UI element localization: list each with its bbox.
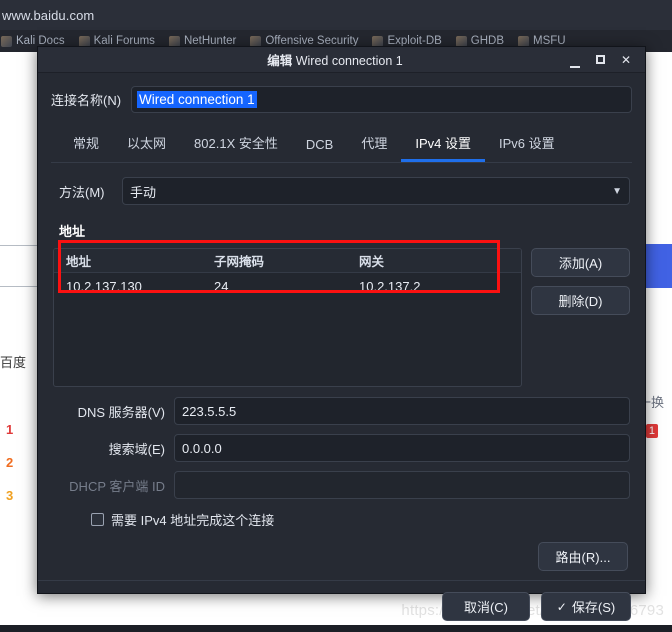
require-ipv4-row[interactable]: 需要 IPv4 地址完成这个连接 (91, 510, 630, 529)
cell-address[interactable]: 10.2.137.130 (54, 279, 214, 294)
result-rank: 2 (6, 455, 13, 470)
cancel-button[interactable]: 取消(C) (442, 592, 530, 621)
settings-tabs: 常规 以太网 802.1X 安全性 DCB 代理 IPv4 设置 IPv6 设置 (51, 127, 632, 163)
address-buttons: 添加(A) 删除(D) (531, 248, 630, 315)
search-domain-label: 搜索域(E) (53, 439, 165, 458)
bookmark-favicon-icon (372, 36, 383, 47)
tab-ipv6-settings[interactable]: IPv6 设置 (485, 127, 569, 162)
search-domain-input[interactable]: 0.0.0.0 (174, 434, 630, 462)
column-header-gateway: 网关 (359, 251, 521, 270)
tab-ipv4-settings[interactable]: IPv4 设置 (401, 127, 485, 162)
table-row[interactable]: 10.2.137.130 24 10.2.137.2 (54, 273, 521, 299)
column-header-address: 地址 (54, 251, 214, 270)
routes-row: 路由(R)... (53, 542, 630, 571)
addresses-section-title: 地址 (59, 221, 630, 240)
bookmark-favicon-icon (456, 36, 467, 47)
connection-name-value: Wired connection 1 (137, 91, 257, 108)
bookmark-favicon-icon (79, 36, 90, 47)
dns-fields: DNS 服务器(V) 223.5.5.5 搜索域(E) 0.0.0.0 DHCP… (53, 397, 630, 499)
dns-row: DNS 服务器(V) 223.5.5.5 (53, 397, 630, 425)
dialog-title-bar[interactable]: 编辑 Wired connection 1 ✕ (38, 47, 645, 73)
dns-value: 223.5.5.5 (182, 404, 236, 419)
tab-8021x-security[interactable]: 802.1X 安全性 (180, 127, 292, 162)
hot-badge: 1 (646, 424, 658, 438)
dialog-footer: 取消(C) ✓ 保存(S) (38, 580, 645, 632)
dhcp-client-id-row: DHCP 客户端 ID (53, 471, 630, 499)
addresses-table[interactable]: 地址 子网掩码 网关 10.2.137.130 24 10.2.137.2 (53, 248, 522, 387)
method-value: 手动 (130, 182, 156, 201)
window-controls: ✕ (570, 54, 645, 66)
addresses-area: 地址 子网掩码 网关 10.2.137.130 24 10.2.137.2 添加… (53, 248, 630, 387)
check-icon: ✓ (557, 600, 567, 614)
table-header-row: 地址 子网掩码 网关 (54, 249, 521, 273)
close-icon[interactable]: ✕ (621, 54, 631, 66)
bookmark-favicon-icon (250, 36, 261, 47)
chevron-down-icon: ▼ (612, 186, 622, 197)
dialog-title-name: Wired connection 1 (296, 54, 403, 68)
cell-gateway[interactable]: 10.2.137.2 (359, 279, 521, 294)
dns-label: DNS 服务器(V) (53, 402, 165, 421)
save-button-label: 保存(S) (572, 597, 615, 616)
bookmark-favicon-icon (518, 36, 529, 47)
search-domain-row: 搜索域(E) 0.0.0.0 (53, 434, 630, 462)
delete-address-button[interactable]: 删除(D) (531, 286, 630, 315)
bookmark-favicon-icon (169, 36, 180, 47)
bookmark-favicon-icon (1, 36, 12, 47)
dhcp-client-id-label: DHCP 客户端 ID (53, 476, 165, 495)
method-label: 方法(M) (53, 182, 113, 201)
connection-name-label: 连接名称(N) (51, 90, 121, 109)
cell-netmask[interactable]: 24 (214, 279, 359, 294)
url-text[interactable]: www.baidu.com (0, 8, 94, 23)
method-select[interactable]: 手动 ▼ (122, 177, 630, 205)
connection-name-input[interactable]: Wired connection 1 (131, 86, 632, 113)
edit-connection-dialog: 编辑 Wired connection 1 ✕ 连接名称(N) Wired co… (37, 46, 646, 594)
search-domain-value: 0.0.0.0 (182, 441, 222, 456)
connection-name-row: 连接名称(N) Wired connection 1 (51, 86, 632, 113)
require-ipv4-checkbox[interactable] (91, 513, 104, 526)
column-header-netmask: 子网掩码 (214, 251, 359, 270)
result-rank: 1 (6, 422, 13, 437)
dns-input[interactable]: 223.5.5.5 (174, 397, 630, 425)
result-rank: 3 (6, 488, 13, 503)
dialog-title: 编辑 Wired connection 1 (38, 50, 570, 69)
baidu-brand-text: 百度 (0, 352, 26, 371)
routes-button[interactable]: 路由(R)... (538, 542, 628, 571)
dhcp-client-id-input[interactable] (174, 471, 630, 499)
require-ipv4-label: 需要 IPv4 地址完成这个连接 (111, 510, 274, 529)
tab-dcb[interactable]: DCB (292, 131, 347, 162)
maximize-icon[interactable] (596, 54, 605, 66)
tab-proxy[interactable]: 代理 (347, 127, 401, 162)
tab-general[interactable]: 常规 (59, 127, 113, 162)
tab-ethernet[interactable]: 以太网 (113, 127, 180, 162)
ipv4-settings-panel: 方法(M) 手动 ▼ 地址 地址 子网掩码 网关 10.2.137.130 (51, 163, 632, 571)
add-address-button[interactable]: 添加(A) (531, 248, 630, 277)
dialog-title-prefix: 编辑 (267, 54, 292, 68)
minimize-icon[interactable] (570, 54, 580, 66)
browser-url-bar[interactable]: www.baidu.com (0, 0, 672, 30)
method-row: 方法(M) 手动 ▼ (53, 177, 630, 205)
save-button[interactable]: ✓ 保存(S) (541, 592, 631, 621)
